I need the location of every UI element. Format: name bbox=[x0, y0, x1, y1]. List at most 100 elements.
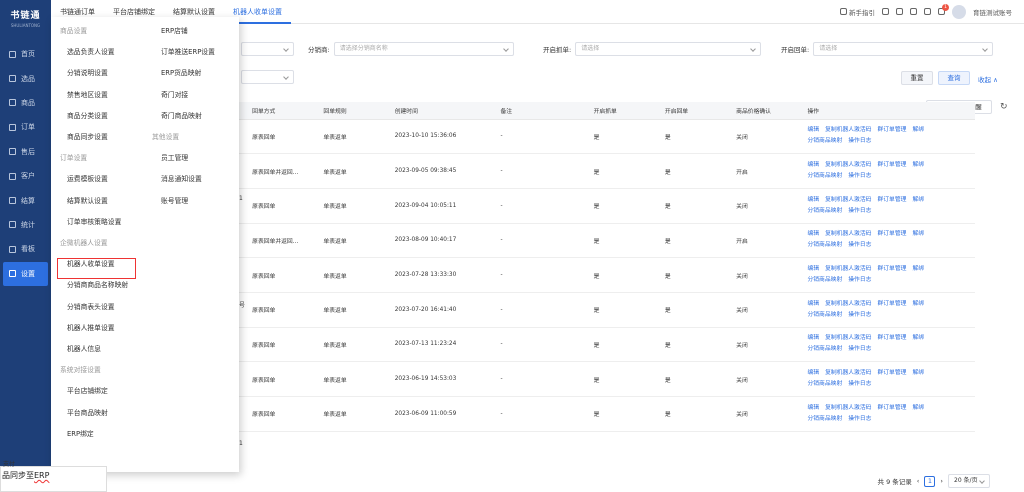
menu-item[interactable]: 商品分类设置 bbox=[67, 110, 108, 120]
action-link[interactable]: 群订单管理 bbox=[877, 197, 906, 203]
action-link[interactable]: 分销商品映射 bbox=[807, 242, 842, 248]
action-link[interactable]: 操作日志 bbox=[848, 312, 871, 318]
action-link[interactable]: 复制机器人激活码 bbox=[825, 266, 871, 272]
menu-item[interactable]: 商品同步设置 bbox=[67, 131, 108, 141]
action-link[interactable]: 操作日志 bbox=[848, 242, 871, 248]
menu-item[interactable]: 分销商表头设置 bbox=[67, 301, 115, 311]
guide-link[interactable]: 新手指引 bbox=[840, 7, 875, 17]
action-link[interactable]: 复制机器人激活码 bbox=[825, 197, 871, 203]
action-link[interactable]: 编辑 bbox=[807, 231, 819, 237]
sidebar-item[interactable]: 首页 bbox=[0, 42, 51, 66]
action-link[interactable]: 分销商品映射 bbox=[807, 346, 842, 352]
menu-item[interactable]: ERP店铺 bbox=[161, 25, 188, 35]
user-name[interactable]: 育链测试账号 bbox=[973, 7, 1012, 17]
page-size-select[interactable]: 20 条/页 bbox=[948, 474, 990, 488]
action-link[interactable]: 操作日志 bbox=[848, 173, 871, 179]
action-link[interactable]: 群订单管理 bbox=[877, 335, 906, 341]
sidebar-item[interactable]: 看板 bbox=[0, 237, 51, 261]
grab-select[interactable]: 请选择 bbox=[575, 42, 762, 56]
action-link[interactable]: 操作日志 bbox=[848, 346, 871, 352]
action-link[interactable]: 解绑 bbox=[912, 370, 924, 376]
bell-icon[interactable]: 1 bbox=[938, 4, 949, 15]
action-link[interactable]: 分销商品映射 bbox=[807, 381, 842, 387]
filter-select-hidden-2[interactable] bbox=[241, 70, 294, 84]
action-link[interactable]: 操作日志 bbox=[848, 381, 871, 387]
menu-item[interactable]: ERP绑定 bbox=[67, 428, 94, 438]
query-button[interactable]: 查询 bbox=[938, 71, 970, 85]
action-link[interactable]: 复制机器人激活码 bbox=[825, 335, 871, 341]
action-link[interactable]: 编辑 bbox=[807, 405, 819, 411]
action-link[interactable]: 操作日志 bbox=[848, 277, 871, 283]
filter-select-hidden-1[interactable] bbox=[241, 42, 294, 56]
menu-item[interactable]: 机器人信息 bbox=[67, 343, 101, 353]
action-link[interactable]: 操作日志 bbox=[848, 416, 871, 422]
avatar[interactable] bbox=[952, 4, 966, 19]
action-link[interactable]: 分销商品映射 bbox=[807, 277, 842, 283]
action-link[interactable]: 解绑 bbox=[912, 162, 924, 168]
action-link[interactable]: 复制机器人激活码 bbox=[825, 127, 871, 133]
action-link[interactable]: 编辑 bbox=[807, 335, 819, 341]
action-link[interactable]: 编辑 bbox=[807, 197, 819, 203]
action-link[interactable]: 群订单管理 bbox=[877, 301, 906, 307]
action-link[interactable]: 编辑 bbox=[807, 301, 819, 307]
action-link[interactable]: 群订单管理 bbox=[877, 127, 906, 133]
menu-item[interactable]: 运费模板设置 bbox=[67, 173, 108, 183]
action-link[interactable]: 分销商品映射 bbox=[807, 312, 842, 318]
sidebar-item[interactable]: 设置 bbox=[3, 261, 48, 286]
menu-item[interactable]: 禁售地区设置 bbox=[67, 89, 108, 99]
download-icon[interactable] bbox=[882, 8, 889, 15]
menu-item[interactable]: 平台商品映射 bbox=[67, 407, 108, 417]
menu-item[interactable]: 订单推送ERP设置 bbox=[161, 46, 215, 56]
action-link[interactable]: 解绑 bbox=[912, 405, 924, 411]
sidebar-item[interactable]: 商品 bbox=[0, 91, 51, 115]
menu-item[interactable]: 奇门商品映射 bbox=[161, 110, 202, 120]
action-link[interactable]: 复制机器人激活码 bbox=[825, 162, 871, 168]
action-link[interactable]: 解绑 bbox=[912, 301, 924, 307]
action-link[interactable]: 群订单管理 bbox=[877, 405, 906, 411]
action-link[interactable]: 群订单管理 bbox=[877, 231, 906, 237]
action-link[interactable]: 解绑 bbox=[912, 266, 924, 272]
action-link[interactable]: 操作日志 bbox=[848, 208, 871, 214]
cube-icon[interactable] bbox=[896, 8, 903, 15]
refresh-icon[interactable]: ↻ bbox=[1000, 102, 1008, 112]
page-number[interactable]: 1 bbox=[924, 475, 936, 487]
collapse-link[interactable]: 收起 ∧ bbox=[978, 74, 998, 84]
action-link[interactable]: 群订单管理 bbox=[877, 162, 906, 168]
next-page-icon[interactable]: › bbox=[940, 477, 943, 485]
action-link[interactable]: 群订单管理 bbox=[877, 266, 906, 272]
action-link[interactable]: 分销商品映射 bbox=[807, 138, 842, 144]
action-link[interactable]: 群订单管理 bbox=[877, 370, 906, 376]
menu-item[interactable]: 分销说明设置 bbox=[67, 67, 108, 77]
menu-item[interactable]: 账号管理 bbox=[161, 195, 188, 205]
menu-item[interactable]: 员工管理 bbox=[161, 152, 188, 162]
menu-item[interactable]: 平台店铺绑定 bbox=[67, 385, 108, 395]
action-link[interactable]: 复制机器人激活码 bbox=[825, 231, 871, 237]
action-link[interactable]: 解绑 bbox=[912, 335, 924, 341]
sidebar-item[interactable]: 选品 bbox=[0, 66, 51, 90]
action-link[interactable]: 复制机器人激活码 bbox=[825, 405, 871, 411]
distributor-select[interactable]: 请选择分销商名称 bbox=[333, 42, 514, 56]
sidebar-item[interactable]: 客户 bbox=[0, 164, 51, 188]
action-link[interactable]: 解绑 bbox=[912, 231, 924, 237]
menu-item[interactable]: 消息通知设置 bbox=[161, 173, 202, 183]
sidebar-item[interactable]: 订单 bbox=[0, 115, 51, 139]
menu-item[interactable]: 选品负责人设置 bbox=[67, 46, 115, 56]
document-icon[interactable] bbox=[924, 8, 931, 15]
menu-item[interactable]: ERP货品映射 bbox=[161, 67, 201, 77]
menu-item[interactable]: 分销商商品名称映射 bbox=[67, 279, 128, 289]
menu-item[interactable]: 奇门对接 bbox=[161, 89, 188, 99]
action-link[interactable]: 分销商品映射 bbox=[807, 173, 842, 179]
callback-select[interactable]: 请选择 bbox=[813, 42, 994, 56]
action-link[interactable]: 分销商品映射 bbox=[807, 208, 842, 214]
action-link[interactable]: 编辑 bbox=[807, 266, 819, 272]
action-link[interactable]: 复制机器人激活码 bbox=[825, 370, 871, 376]
action-link[interactable]: 编辑 bbox=[807, 162, 819, 168]
sidebar-item[interactable]: 售后 bbox=[0, 140, 51, 164]
headset-icon[interactable] bbox=[910, 8, 917, 15]
action-link[interactable]: 复制机器人激活码 bbox=[825, 301, 871, 307]
action-link[interactable]: 编辑 bbox=[807, 370, 819, 376]
action-link[interactable]: 解绑 bbox=[912, 197, 924, 203]
sidebar-item[interactable]: 结算 bbox=[0, 188, 51, 212]
sidebar-item[interactable]: 统计 bbox=[0, 213, 51, 237]
prev-page-icon[interactable]: ‹ bbox=[917, 477, 920, 485]
